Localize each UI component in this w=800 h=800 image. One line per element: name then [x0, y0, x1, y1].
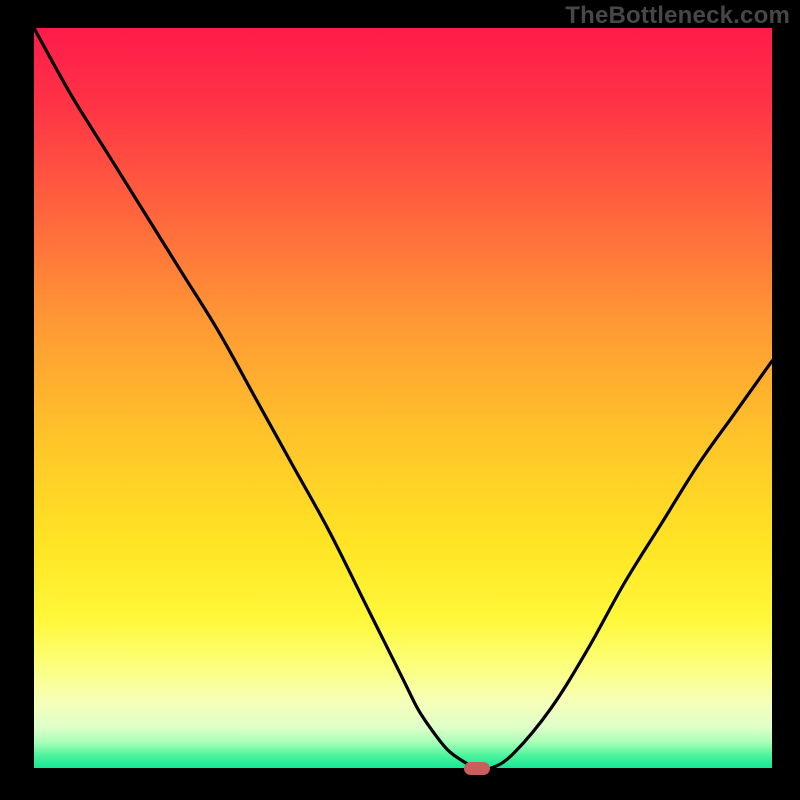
plot-area	[34, 28, 772, 768]
chart-frame: TheBottleneck.com	[0, 0, 800, 800]
watermark-text: TheBottleneck.com	[565, 2, 790, 30]
chart-svg	[34, 28, 772, 768]
gradient-rect	[34, 28, 772, 768]
optimal-point-marker	[464, 762, 490, 775]
